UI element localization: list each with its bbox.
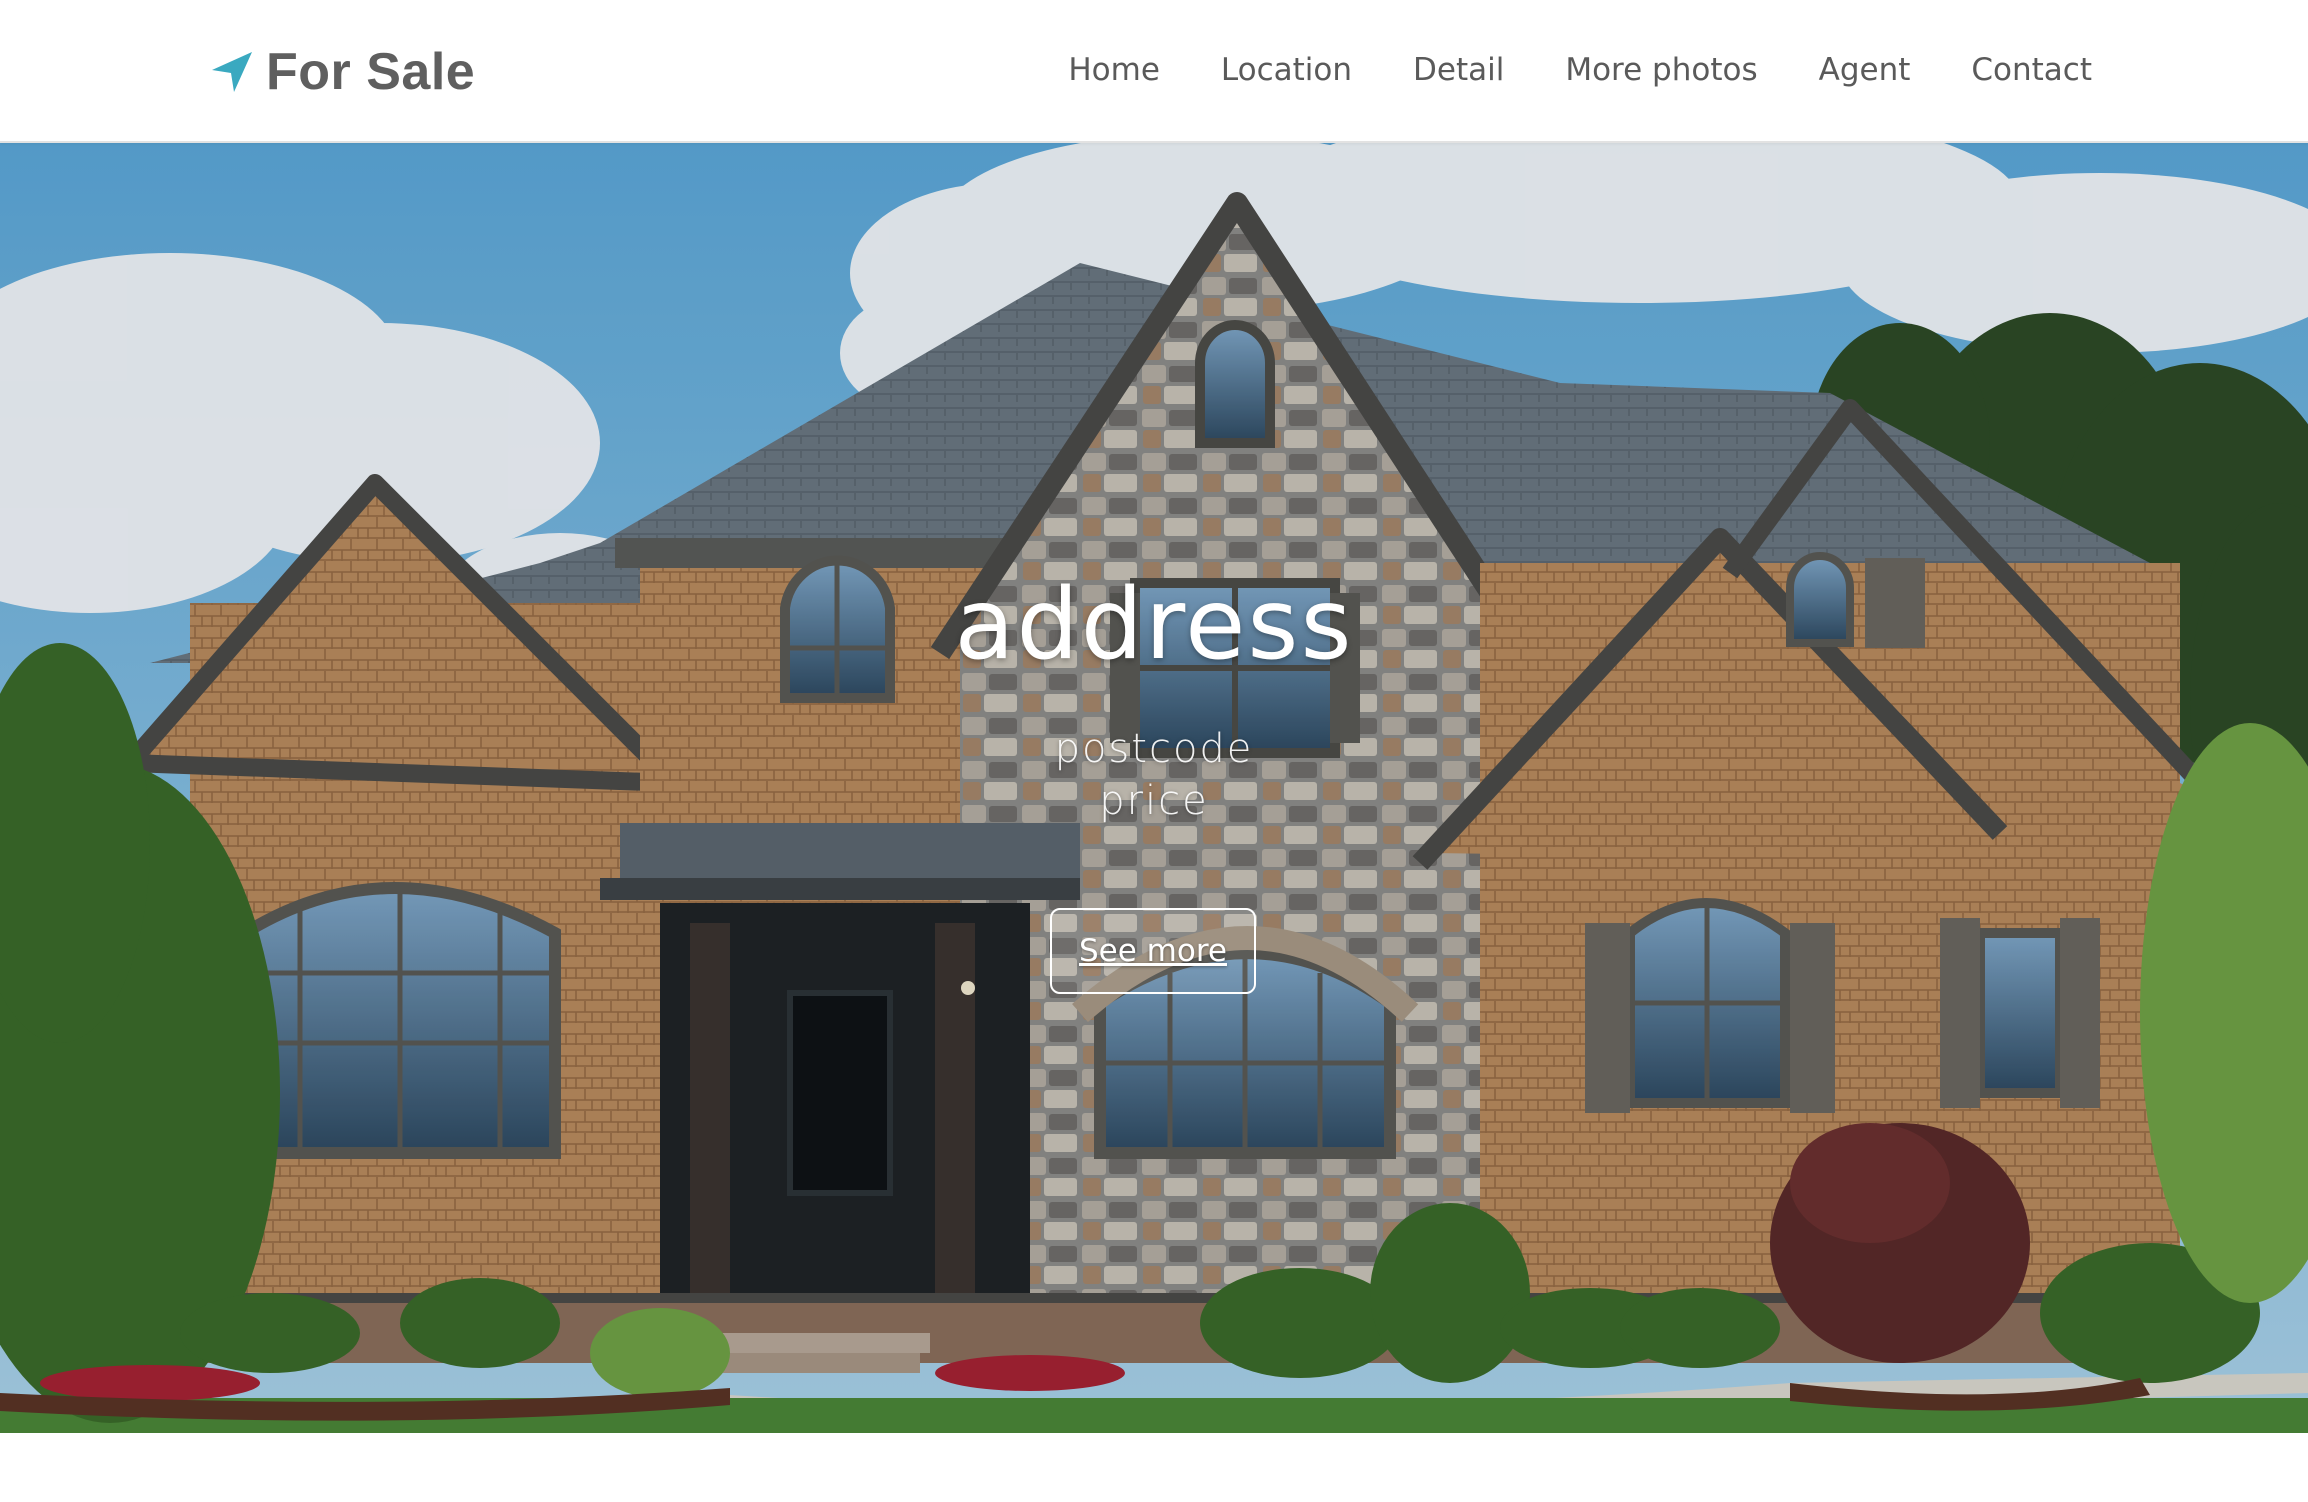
- nav-menu: Home Location Detail More photos Agent C…: [1068, 40, 2092, 100]
- page-below-hero: [0, 1433, 2308, 1502]
- hero-postcode: postcode: [1054, 726, 1254, 772]
- see-more-button[interactable]: See more: [1050, 908, 1256, 994]
- hero-content: address postcode price See more: [0, 143, 2308, 1433]
- hero-address-title: address: [954, 568, 1354, 682]
- nav-link-detail[interactable]: Detail: [1413, 52, 1504, 88]
- hero-price: price: [1099, 778, 1209, 824]
- nav-link-location[interactable]: Location: [1221, 52, 1352, 88]
- top-navbar: For Sale Home Location Detail More photo…: [0, 0, 2308, 143]
- nav-link-more-photos[interactable]: More photos: [1565, 52, 1757, 88]
- nav-link-agent[interactable]: Agent: [1819, 52, 1911, 88]
- brand-name: For Sale: [266, 43, 476, 101]
- brand-link[interactable]: For Sale: [210, 36, 475, 108]
- hero-section: address postcode price See more: [0, 143, 2308, 1433]
- nav-link-contact[interactable]: Contact: [1971, 52, 2092, 88]
- nav-link-home[interactable]: Home: [1068, 52, 1160, 88]
- location-arrow-icon: [210, 50, 254, 94]
